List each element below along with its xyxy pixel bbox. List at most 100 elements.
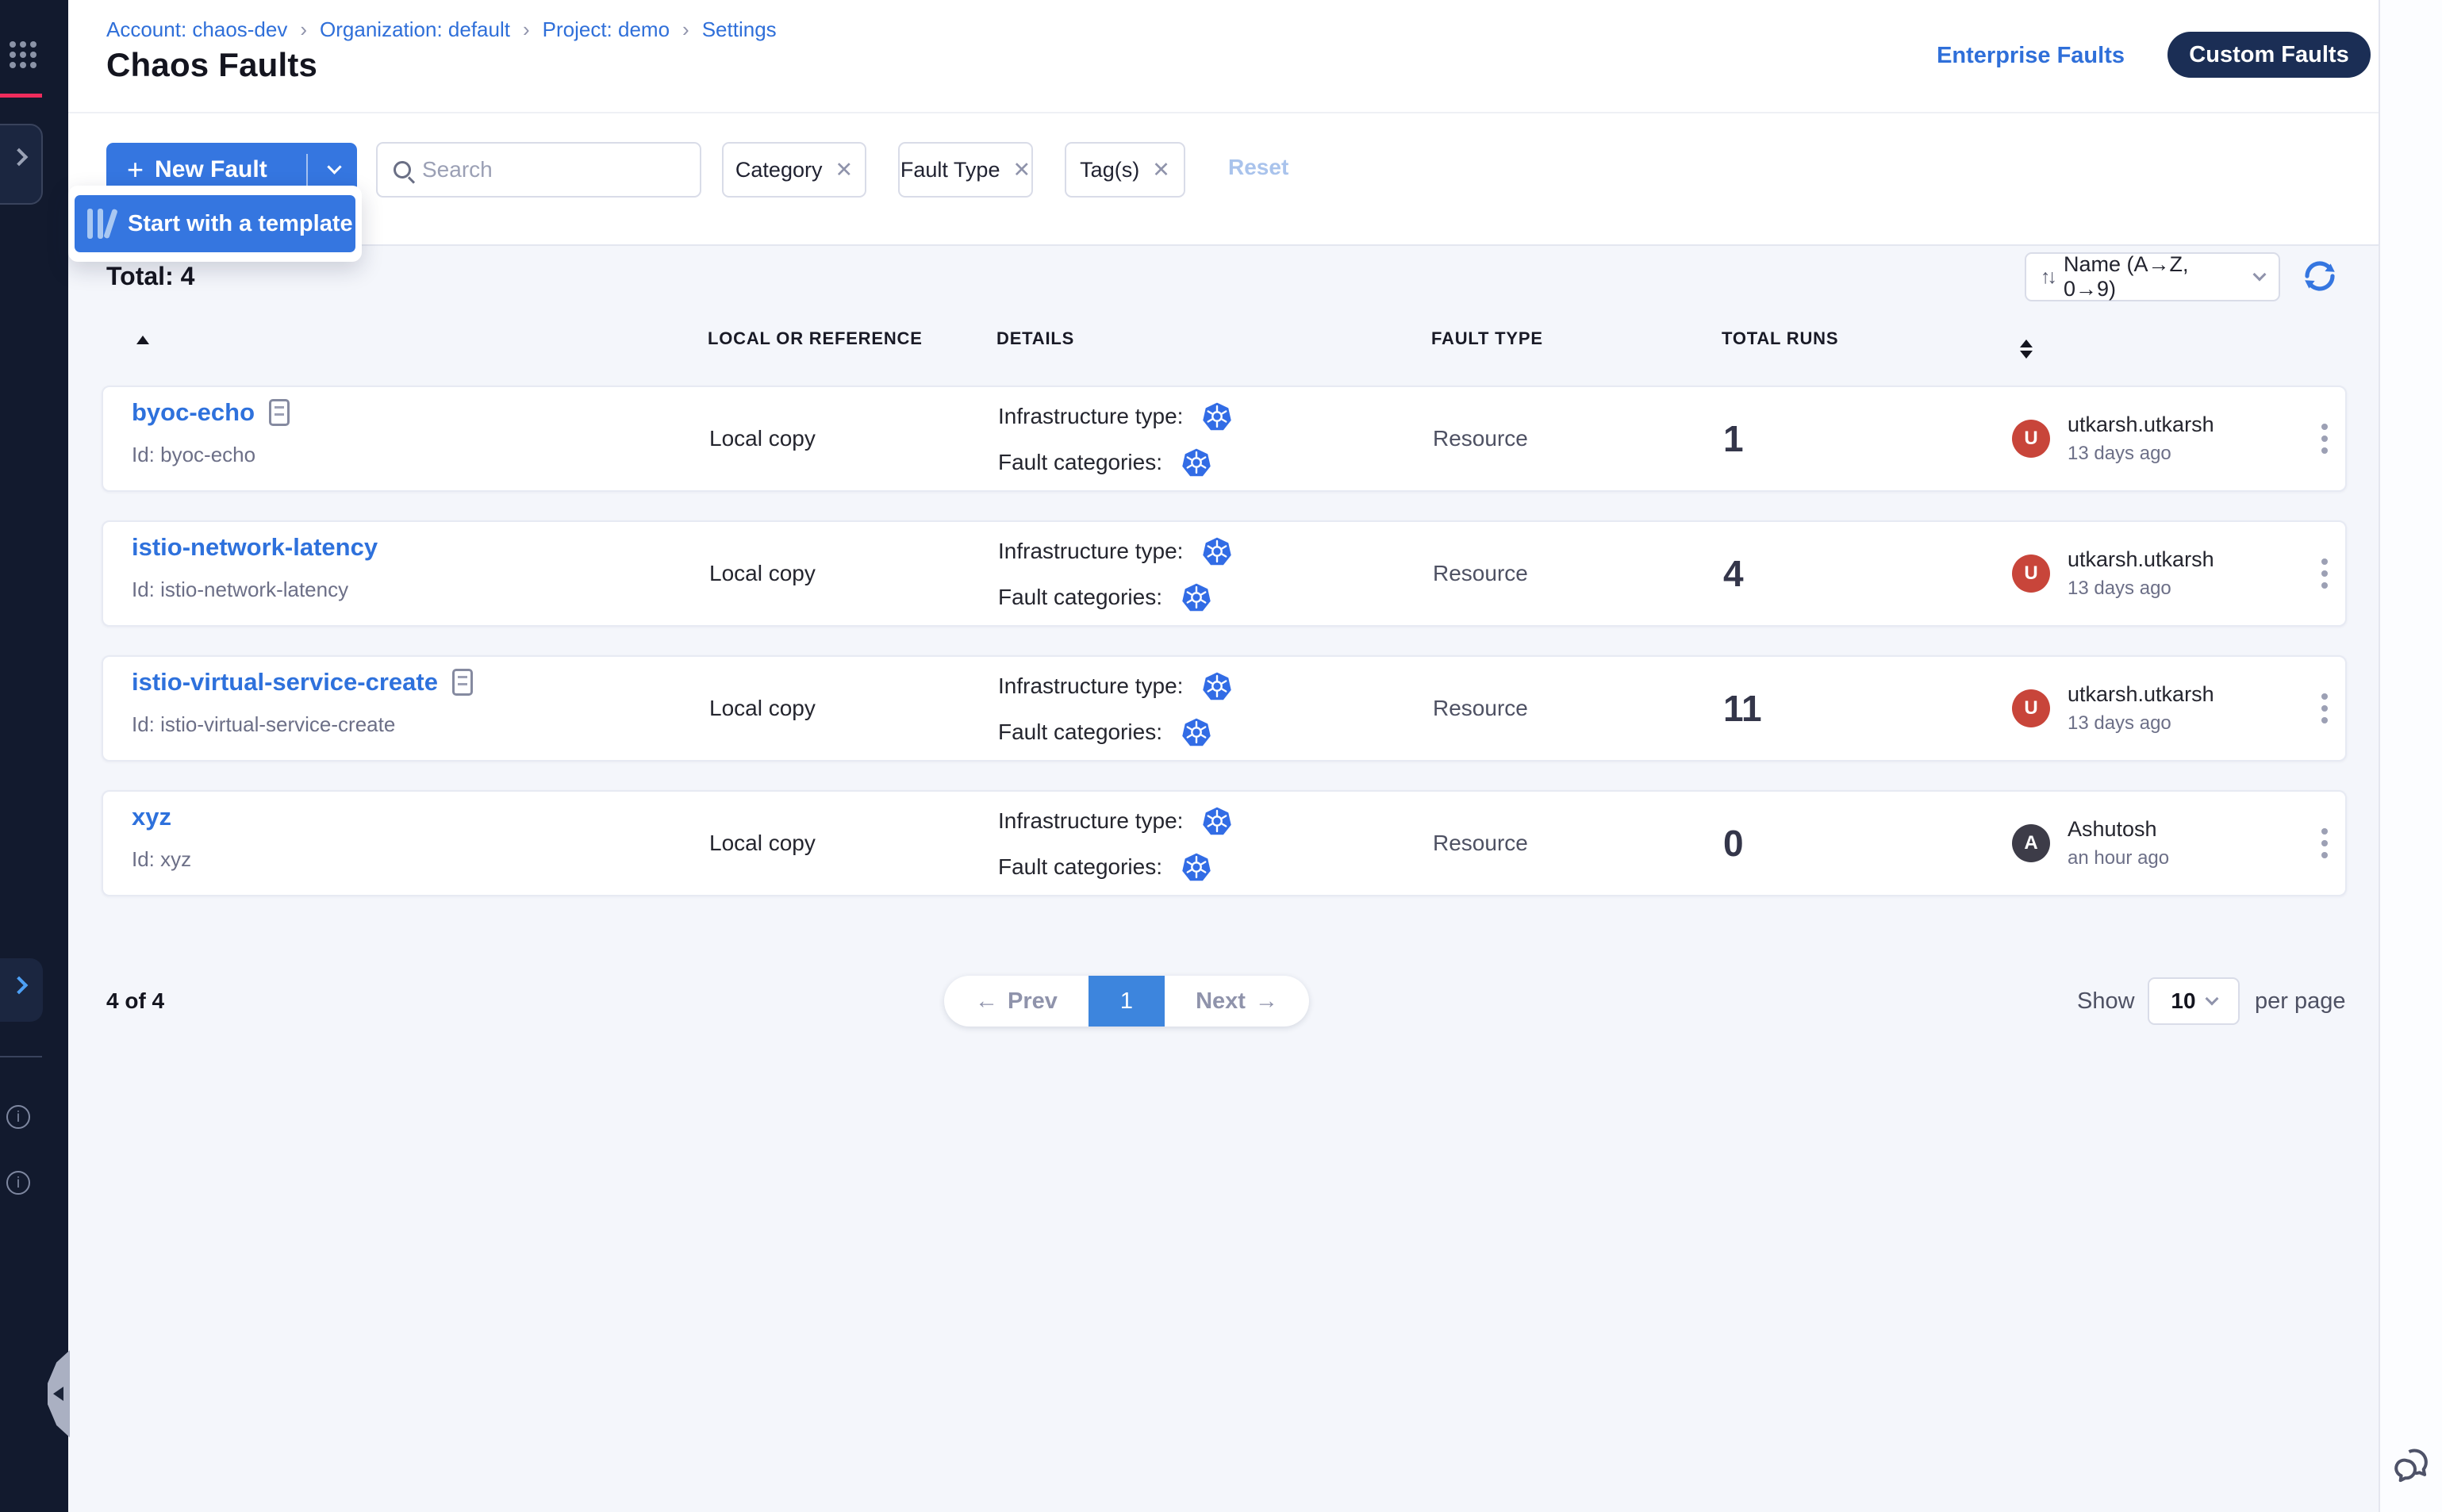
close-icon[interactable]: ✕ [1152,158,1170,182]
info-icon[interactable]: i [6,1105,30,1129]
arrow-left-icon: ← [975,988,998,1015]
avatar: U [2012,420,2050,458]
fault-id: Id: byoc-echo [132,443,255,467]
modified-time: an hour ago [2068,847,2169,869]
sort-arrows-icon: ↑↓ [2041,266,2054,289]
infrastructure-type-label: Infrastructure type: [998,808,1183,834]
pagination-summary: 4 of 4 [106,988,164,1014]
filter-chip-fault-type[interactable]: Fault Type ✕ [898,142,1033,198]
fault-categories-label: Fault categories: [998,585,1162,610]
local-or-reference-value: Local copy [709,696,816,721]
table-row[interactable]: istio-virtual-service-create Id: istio-v… [102,655,2347,762]
fault-id: Id: xyz [132,847,191,872]
kubernetes-icon[interactable] [1181,717,1211,747]
column-header-fault-name[interactable]: FAULT NAME [127,328,149,349]
manifest-document-icon[interactable] [269,399,290,426]
column-header-local-or-reference: LOCAL OR REFERENCE [708,328,923,349]
sidebar-collapse-handle[interactable] [48,1350,70,1437]
chat-support-icon[interactable] [2391,1444,2434,1487]
fault-type-value: Resource [1433,561,1528,586]
fault-id: Id: istio-network-latency [132,578,348,602]
fault-name-link[interactable]: istio-virtual-service-create [132,668,438,697]
chevron-right-icon [10,148,29,167]
toolbar: + New Fault Category ✕ Fault Type ✕ Tag(… [68,113,2379,246]
kubernetes-icon[interactable] [1202,401,1232,432]
column-header-fault-type: FAULT TYPE [1431,328,1543,349]
right-scroll-gutter [2379,0,2442,1512]
total-count-label: Total: 4 [106,262,194,291]
new-fault-dropdown-menu: Start with a template [68,186,362,262]
fault-name-link[interactable]: byoc-echo [132,398,255,427]
modified-time: 13 days ago [2068,578,2214,600]
breadcrumb-separator: › [682,17,689,42]
kubernetes-icon[interactable] [1202,671,1232,701]
sidebar-expand-button[interactable] [0,958,43,1022]
prev-page-button[interactable]: ← Prev [944,976,1089,1027]
sort-updown-icon [2020,340,2033,359]
fault-categories-label: Fault categories: [998,854,1162,880]
table-row[interactable]: xyz Id: xyz Local copy Infrastructure ty… [102,790,2347,896]
filter-label: Fault Type [900,158,1000,182]
new-fault-label: New Fault [155,156,267,183]
main-content: Account: chaos-dev › Organization: defau… [68,0,2379,1512]
filter-label: Category [735,158,823,182]
search-input[interactable] [422,157,684,182]
pagination-row: 4 of 4 ← Prev 1 Next → Show 10 [68,976,2379,1027]
app-launcher-icon[interactable] [10,41,36,68]
avatar: U [2012,689,2050,727]
info-icon[interactable]: i [6,1171,30,1195]
modified-time: 13 days ago [2068,443,2214,465]
avatar: U [2012,555,2050,593]
search-icon [394,161,411,178]
breadcrumb-settings[interactable]: Settings [702,17,777,42]
kubernetes-icon[interactable] [1181,447,1211,478]
breadcrumb-account[interactable]: Account: chaos-dev [106,17,287,42]
plus-icon: + [127,153,144,186]
fault-name-link[interactable]: xyz [132,803,171,831]
column-header-last-modified[interactable]: LAST MODIFIED [2010,328,2033,359]
kebab-menu-icon[interactable] [2317,823,2333,863]
fault-categories-label: Fault categories: [998,720,1162,745]
kebab-menu-icon[interactable] [2317,689,2333,728]
page-title: Chaos Faults [106,46,317,84]
refresh-icon[interactable] [2301,257,2339,295]
table-row[interactable]: byoc-echo Id: byoc-echo Local copy Infra… [102,386,2347,492]
kebab-menu-icon[interactable] [2317,419,2333,459]
template-icon [87,209,113,239]
nav-expand-panel[interactable] [0,124,43,205]
filter-chip-tags[interactable]: Tag(s) ✕ [1065,142,1185,198]
current-page-button[interactable]: 1 [1089,976,1165,1027]
sort-dropdown[interactable]: ↑↓ Name (A→Z, 0→9) [2025,252,2280,301]
page-header: Account: chaos-dev › Organization: defau… [68,0,2379,113]
manifest-document-icon[interactable] [452,669,473,696]
breadcrumb-project[interactable]: Project: demo [543,17,670,42]
kubernetes-icon[interactable] [1202,536,1232,566]
chevron-down-icon[interactable] [327,159,341,174]
faults-list-section: Total: 4 ↑↓ Name (A→Z, 0→9) FAULT NAME L… [68,246,2379,1512]
kubernetes-icon[interactable] [1202,806,1232,836]
custom-faults-button[interactable]: Custom Faults [2167,32,2371,78]
start-with-template-menu-item[interactable]: Start with a template [75,195,355,252]
total-runs-value: 11 [1723,687,1762,730]
page-size-select[interactable]: 10 [2148,977,2240,1025]
breadcrumb-organization[interactable]: Organization: default [320,17,510,42]
modified-by-user: utkarsh.utkarsh [2068,413,2214,437]
chevron-right-icon [10,977,29,995]
avatar: A [2012,824,2050,862]
kebab-menu-icon[interactable] [2317,554,2333,593]
enterprise-faults-link[interactable]: Enterprise Faults [1937,43,2125,69]
close-icon[interactable]: ✕ [1012,158,1031,182]
nav-accent-bar [0,94,42,98]
fault-name-link[interactable]: istio-network-latency [132,533,378,562]
breadcrumb-separator: › [523,17,530,42]
kubernetes-icon[interactable] [1181,852,1211,882]
reset-filters-button[interactable]: Reset [1228,155,1288,180]
modified-time: 13 days ago [2068,712,2214,735]
modified-by-user: utkarsh.utkarsh [2068,547,2214,572]
next-page-button[interactable]: Next → [1165,976,1309,1027]
close-icon[interactable]: ✕ [835,158,853,182]
kubernetes-icon[interactable] [1181,582,1211,612]
filter-chip-category[interactable]: Category ✕ [722,142,866,198]
show-label: Show [2077,988,2135,1015]
table-row[interactable]: istio-network-latency Id: istio-network-… [102,520,2347,627]
